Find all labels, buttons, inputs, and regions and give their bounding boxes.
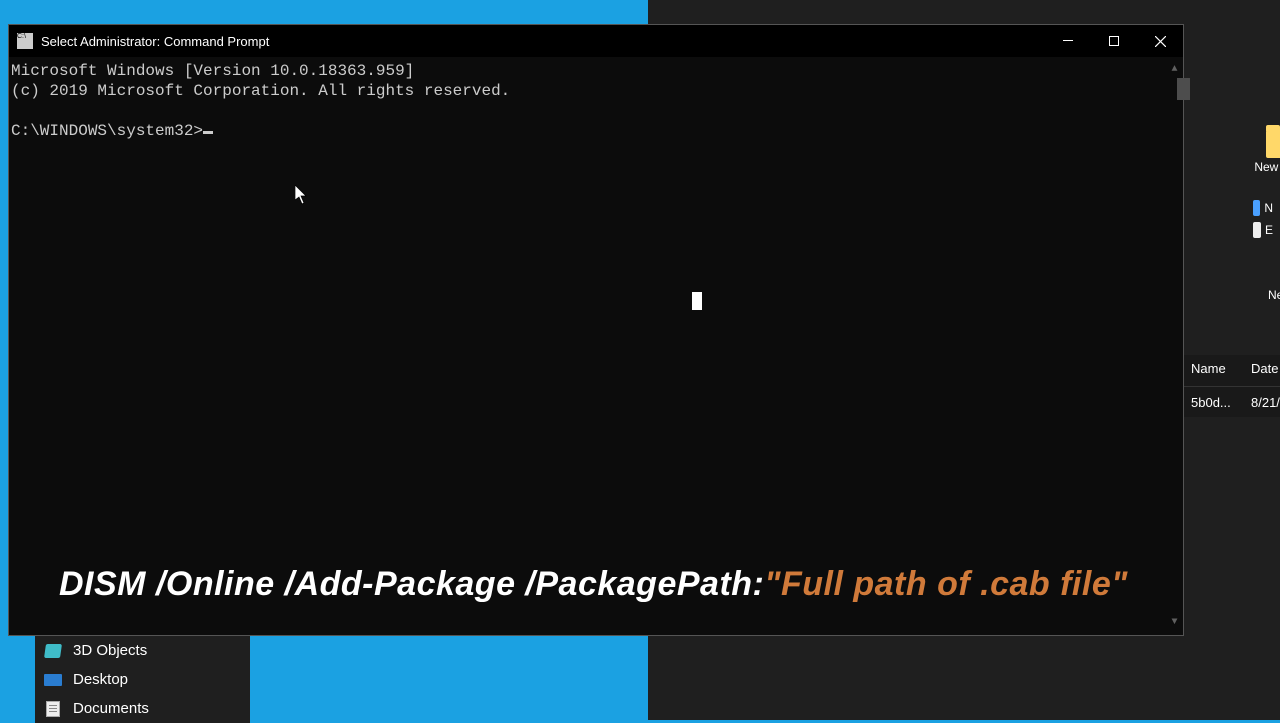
terminal-body[interactable]: Microsoft Windows [Version 10.0.18363.95… xyxy=(9,57,1183,635)
ribbon-new-section-label: Ne xyxy=(1268,288,1280,302)
sidebar-item-documents[interactable]: Documents xyxy=(35,694,250,723)
list-header[interactable]: Name Date n xyxy=(1183,355,1280,387)
copyright-line: (c) 2019 Microsoft Corporation. All righ… xyxy=(11,82,510,100)
terminal-text[interactable]: Microsoft Windows [Version 10.0.18363.95… xyxy=(9,61,1166,631)
cmd-window: Select Administrator: Command Prompt Mic… xyxy=(8,24,1184,636)
new-folder-label: New folder xyxy=(1254,160,1280,174)
new-item-icon[interactable]: N xyxy=(1253,200,1273,216)
documents-icon xyxy=(43,701,63,717)
vertical-scrollbar[interactable]: ▲ ▼ xyxy=(1166,61,1183,631)
file-date: 8/21/2 xyxy=(1243,391,1280,414)
col-date[interactable]: Date n xyxy=(1243,355,1280,386)
close-button[interactable] xyxy=(1137,25,1183,57)
maximize-icon xyxy=(1109,36,1119,46)
text-cursor xyxy=(203,131,213,134)
3dobjects-icon xyxy=(43,643,63,659)
scroll-thumb[interactable] xyxy=(1177,78,1190,100)
sidebar-label: Documents xyxy=(73,700,149,717)
window-title: Select Administrator: Command Prompt xyxy=(41,34,269,49)
scroll-down-arrow[interactable]: ▼ xyxy=(1166,614,1183,631)
maximize-button[interactable] xyxy=(1091,25,1137,57)
new-folder-button[interactable]: New folder xyxy=(1183,130,1280,174)
minimize-icon xyxy=(1063,36,1073,46)
dism-path-placeholder: "Full path of .cab file" xyxy=(764,565,1127,603)
explorer-sidebar: 3D Objects Desktop Documents xyxy=(35,636,250,723)
folder-icon xyxy=(1266,130,1280,158)
dism-command-text: DISM /Online /Add-Package /PackagePath: xyxy=(59,565,764,603)
selection-block xyxy=(692,292,702,310)
mouse-cursor-icon xyxy=(295,185,309,205)
desktop-icon xyxy=(43,672,63,688)
file-name: 5b0d... xyxy=(1183,391,1243,414)
easy-access-icon[interactable]: E xyxy=(1253,222,1273,238)
ribbon-extra: N E xyxy=(1253,200,1273,238)
sidebar-label: Desktop xyxy=(73,671,128,688)
close-icon xyxy=(1155,36,1166,47)
file-row[interactable]: 5b0d... 8/21/2 xyxy=(1183,387,1280,417)
minimize-button[interactable] xyxy=(1045,25,1091,57)
cmd-icon xyxy=(17,33,33,49)
sidebar-item-desktop[interactable]: Desktop xyxy=(35,665,250,694)
col-name[interactable]: Name xyxy=(1183,355,1243,386)
titlebar[interactable]: Select Administrator: Command Prompt xyxy=(9,25,1183,57)
prompt-line: C:\WINDOWS\system32> xyxy=(11,122,203,140)
file-list: Name Date n 5b0d... 8/21/2 xyxy=(1183,355,1280,417)
scroll-up-arrow[interactable]: ▲ xyxy=(1166,61,1183,78)
sidebar-item-3dobjects[interactable]: 3D Objects xyxy=(35,636,250,665)
version-line: Microsoft Windows [Version 10.0.18363.95… xyxy=(11,62,414,80)
window-controls xyxy=(1045,25,1183,57)
sidebar-label: 3D Objects xyxy=(73,642,147,659)
instruction-overlay: DISM /Online /Add-Package /PackagePath:"… xyxy=(59,565,1128,604)
